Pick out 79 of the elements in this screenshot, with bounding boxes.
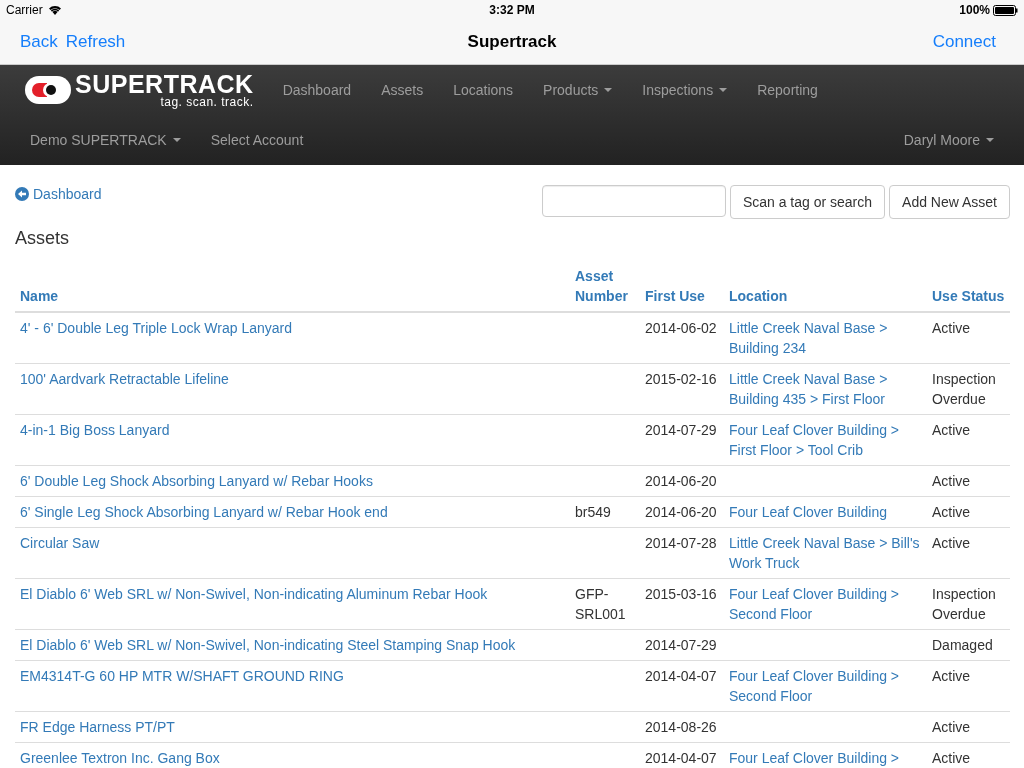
asset-number: GFP-SRL001: [575, 585, 627, 624]
menu-link[interactable]: Locations: [438, 82, 529, 98]
brand-tagline: tag. scan. track.: [160, 95, 254, 109]
caret-icon: [719, 88, 728, 92]
asset-name-link[interactable]: 6' Double Leg Shock Absorbing Lanyard w/ Rebar Hooks: [20, 471, 373, 491]
asset-name-link[interactable]: FR Edge Harness PT/PT: [20, 717, 175, 737]
menu-link[interactable]: Inspections: [627, 82, 743, 98]
use-status: Active: [932, 319, 971, 338]
location-link[interactable]: Little Creek Naval Base > Building 435 > First Floor: [729, 369, 922, 409]
use-status: Damaged: [932, 636, 993, 655]
user-dropdown[interactable]: Daryl Moore: [888, 132, 1009, 148]
back-link[interactable]: Dashboard: [15, 186, 102, 202]
first-use-date: 2015-02-16: [645, 370, 717, 389]
column-header[interactable]: First Use: [640, 261, 724, 312]
battery-percent: 100%: [959, 3, 990, 17]
column-header[interactable]: Location: [724, 261, 927, 312]
carrier-label: Carrier: [6, 3, 43, 17]
asset-name-link[interactable]: 4' - 6' Double Leg Triple Lock Wrap Lanyard: [20, 318, 292, 338]
nav-title: Supertrack: [467, 32, 557, 52]
asset-name-link[interactable]: Greenlee Textron Inc. Gang Box: [20, 748, 220, 768]
first-use-date: 2014-06-20: [645, 503, 717, 522]
use-status: Inspection Overdue: [932, 585, 997, 624]
column-header[interactable]: Name: [15, 261, 570, 312]
brand-name: SUPERTRACK: [75, 71, 254, 96]
first-use-date: 2014-07-29: [645, 636, 717, 655]
asset-name-link[interactable]: 6' Single Leg Shock Absorbing Lanyard w/ Rebar Hook end: [20, 502, 388, 522]
page-heading: Assets: [15, 228, 71, 249]
first-use-date: 2014-07-28: [645, 534, 717, 553]
nav-button[interactable]: Back: [20, 32, 58, 52]
asset-number: br549: [575, 503, 611, 522]
first-use-date: 2014-04-07: [645, 749, 717, 768]
account-dropdown[interactable]: Demo SUPERTRACK: [15, 132, 196, 148]
clock-time: 3:32 PM: [489, 3, 535, 17]
use-status: Active: [932, 472, 971, 491]
first-use-date: 2014-06-20: [645, 472, 717, 491]
scan-search-button[interactable]: Scan a tag or search: [729, 185, 886, 219]
location-link[interactable]: Four Leaf Clover Building >: [729, 748, 900, 768]
column-header[interactable]: Asset Number: [570, 261, 640, 312]
first-use-date: 2015-03-16: [645, 585, 717, 604]
location-link[interactable]: Little Creek Naval Base > Building 234: [729, 318, 922, 358]
menu-link[interactable]: Products: [528, 82, 628, 98]
location-link[interactable]: Four Leaf Clover Building > Second Floor: [729, 666, 922, 706]
wifi-icon: [47, 5, 62, 15]
caret-icon: [986, 138, 994, 142]
location-link[interactable]: Four Leaf Clover Building: [729, 502, 887, 522]
asset-name-link[interactable]: Circular Saw: [20, 533, 100, 553]
battery-icon: [993, 4, 1018, 16]
use-status: Active: [932, 534, 971, 553]
logo-icon: [25, 74, 71, 106]
first-use-date: 2014-08-26: [645, 718, 717, 737]
search-field[interactable]: [541, 185, 726, 217]
use-status: Active: [932, 503, 971, 522]
column-header[interactable]: Use Status: [927, 261, 1010, 312]
location-link[interactable]: Little Creek Naval Base > Bill's Work Truck: [729, 533, 922, 573]
use-status: Inspection Overdue: [932, 370, 997, 409]
select-account-link[interactable]: Select Account: [195, 132, 319, 148]
add-asset-button[interactable]: Add New Asset: [889, 185, 1010, 219]
asset-name-link[interactable]: 4-in-1 Big Boss Lanyard: [20, 420, 170, 440]
use-status: Active: [932, 667, 971, 686]
asset-name-link[interactable]: El Diablo 6' Web SRL w/ Non-Swivel, Non-indicating Aluminum Rebar Hook: [20, 584, 488, 604]
use-status: Active: [932, 718, 971, 737]
connect-button[interactable]: Connect: [932, 32, 996, 52]
caret-icon: [604, 88, 613, 92]
use-status: Active: [932, 749, 971, 768]
menu-link[interactable]: Assets: [366, 82, 439, 98]
back-arrow-icon: [15, 187, 29, 201]
location-link[interactable]: Four Leaf Clover Building > First Floor > Tool Crib: [729, 420, 922, 460]
caret-icon: [172, 138, 181, 142]
first-use-date: 2014-06-02: [645, 319, 717, 338]
asset-name-link[interactable]: El Diablo 6' Web SRL w/ Non-Swivel, Non-indicating Steel Stamping Snap Hook: [20, 635, 516, 655]
first-use-date: 2014-07-29: [645, 421, 717, 440]
menu-link[interactable]: Reporting: [742, 82, 833, 98]
use-status: Active: [932, 421, 971, 440]
nav-button[interactable]: Refresh: [65, 32, 126, 52]
first-use-date: 2014-04-07: [645, 667, 717, 686]
asset-name-link[interactable]: EM4314T-G 60 HP MTR W/SHAFT GROUND RING: [20, 666, 344, 686]
location-link[interactable]: Four Leaf Clover Building > Second Floor: [729, 584, 922, 624]
asset-name-link[interactable]: 100' Aardvark Retractable Lifeline: [20, 369, 229, 389]
menu-link[interactable]: Dashboard: [267, 82, 367, 98]
